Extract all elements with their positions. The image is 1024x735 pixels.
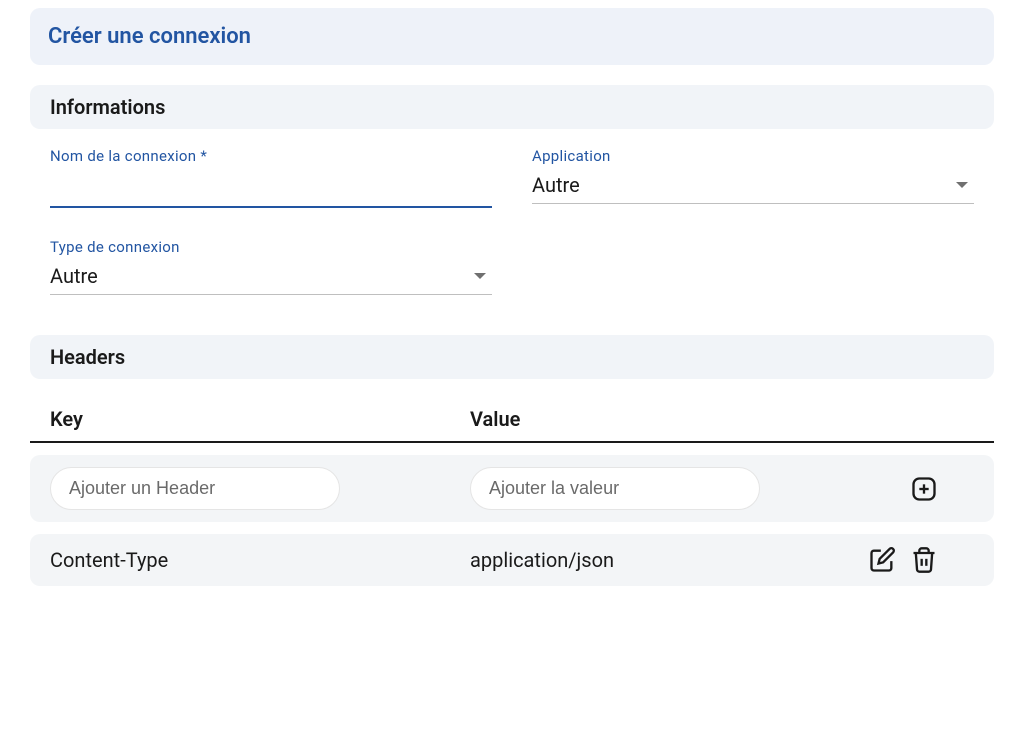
- application-field: Application Autre: [532, 147, 974, 208]
- delete-header-button[interactable]: [910, 546, 938, 574]
- form-row-1: Nom de la connexion * Application Autre: [30, 147, 994, 208]
- form-row-2: Type de connexion Autre: [30, 238, 994, 295]
- header-add-actions: [910, 475, 974, 503]
- connection-name-field: Nom de la connexion *: [50, 147, 492, 208]
- page-title: Créer une connexion: [48, 24, 976, 49]
- chevron-down-icon: [956, 182, 968, 188]
- informations-section-header: Informations: [30, 85, 994, 129]
- application-value: Autre: [532, 173, 580, 197]
- application-select[interactable]: Autre: [532, 173, 974, 204]
- header-key-input[interactable]: [50, 467, 340, 510]
- connection-type-label: Type de connexion: [50, 238, 492, 256]
- headers-section-header: Headers: [30, 335, 994, 379]
- connection-name-input-wrap: [50, 173, 492, 208]
- header-key-cell: Content-Type: [50, 548, 470, 572]
- headers-col-key: Key: [50, 407, 470, 431]
- header-add-key-cell: [50, 467, 470, 510]
- edit-icon: [868, 546, 896, 574]
- edit-header-button[interactable]: [868, 546, 896, 574]
- header-key-text: Content-Type: [50, 548, 168, 572]
- application-label: Application: [532, 147, 974, 165]
- chevron-down-icon: [474, 273, 486, 279]
- headers-title: Headers: [50, 345, 974, 369]
- headers-col-value: Value: [470, 407, 974, 431]
- header-row-actions: [868, 546, 974, 574]
- headers-section: Headers Key Value Content-Type: [30, 335, 994, 586]
- informations-title: Informations: [50, 95, 974, 119]
- empty-field: [532, 238, 974, 295]
- connection-name-label: Nom de la connexion *: [50, 147, 492, 165]
- header-add-row: [30, 455, 994, 522]
- trash-icon: [910, 546, 938, 574]
- add-header-button[interactable]: [910, 475, 938, 503]
- connection-name-input[interactable]: [50, 173, 492, 208]
- header-value-input[interactable]: [470, 467, 760, 510]
- connection-type-select[interactable]: Autre: [50, 264, 492, 295]
- connection-type-field: Type de connexion Autre: [50, 238, 492, 295]
- page-title-bar: Créer une connexion: [30, 8, 994, 65]
- header-row: Content-Type application/json: [30, 534, 994, 586]
- header-add-value-cell: [470, 467, 910, 510]
- header-value-text: application/json: [470, 548, 614, 572]
- header-value-cell: application/json: [470, 548, 868, 572]
- headers-table-head: Key Value: [30, 397, 994, 443]
- plus-square-icon: [910, 475, 938, 503]
- connection-type-value: Autre: [50, 264, 98, 288]
